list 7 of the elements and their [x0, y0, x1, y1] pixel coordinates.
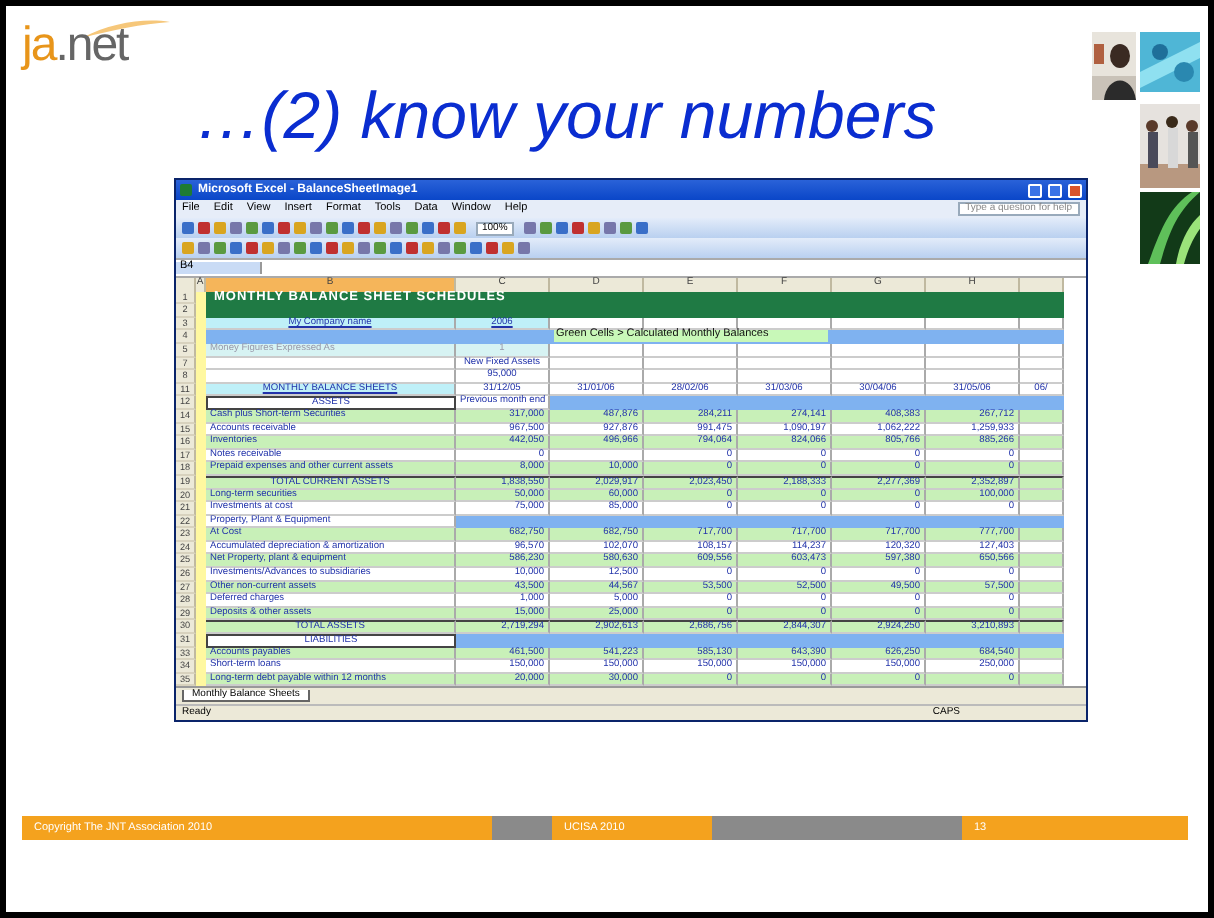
footer-bar: [492, 816, 552, 840]
slide-title: …(2) know your numbers: [193, 78, 939, 154]
excel-app-icon: [180, 184, 192, 196]
logo: ja.net: [22, 18, 174, 78]
close-button[interactable]: [1068, 183, 1082, 197]
minimize-button[interactable]: [1028, 183, 1042, 197]
maximize-button[interactable]: [1048, 183, 1062, 197]
